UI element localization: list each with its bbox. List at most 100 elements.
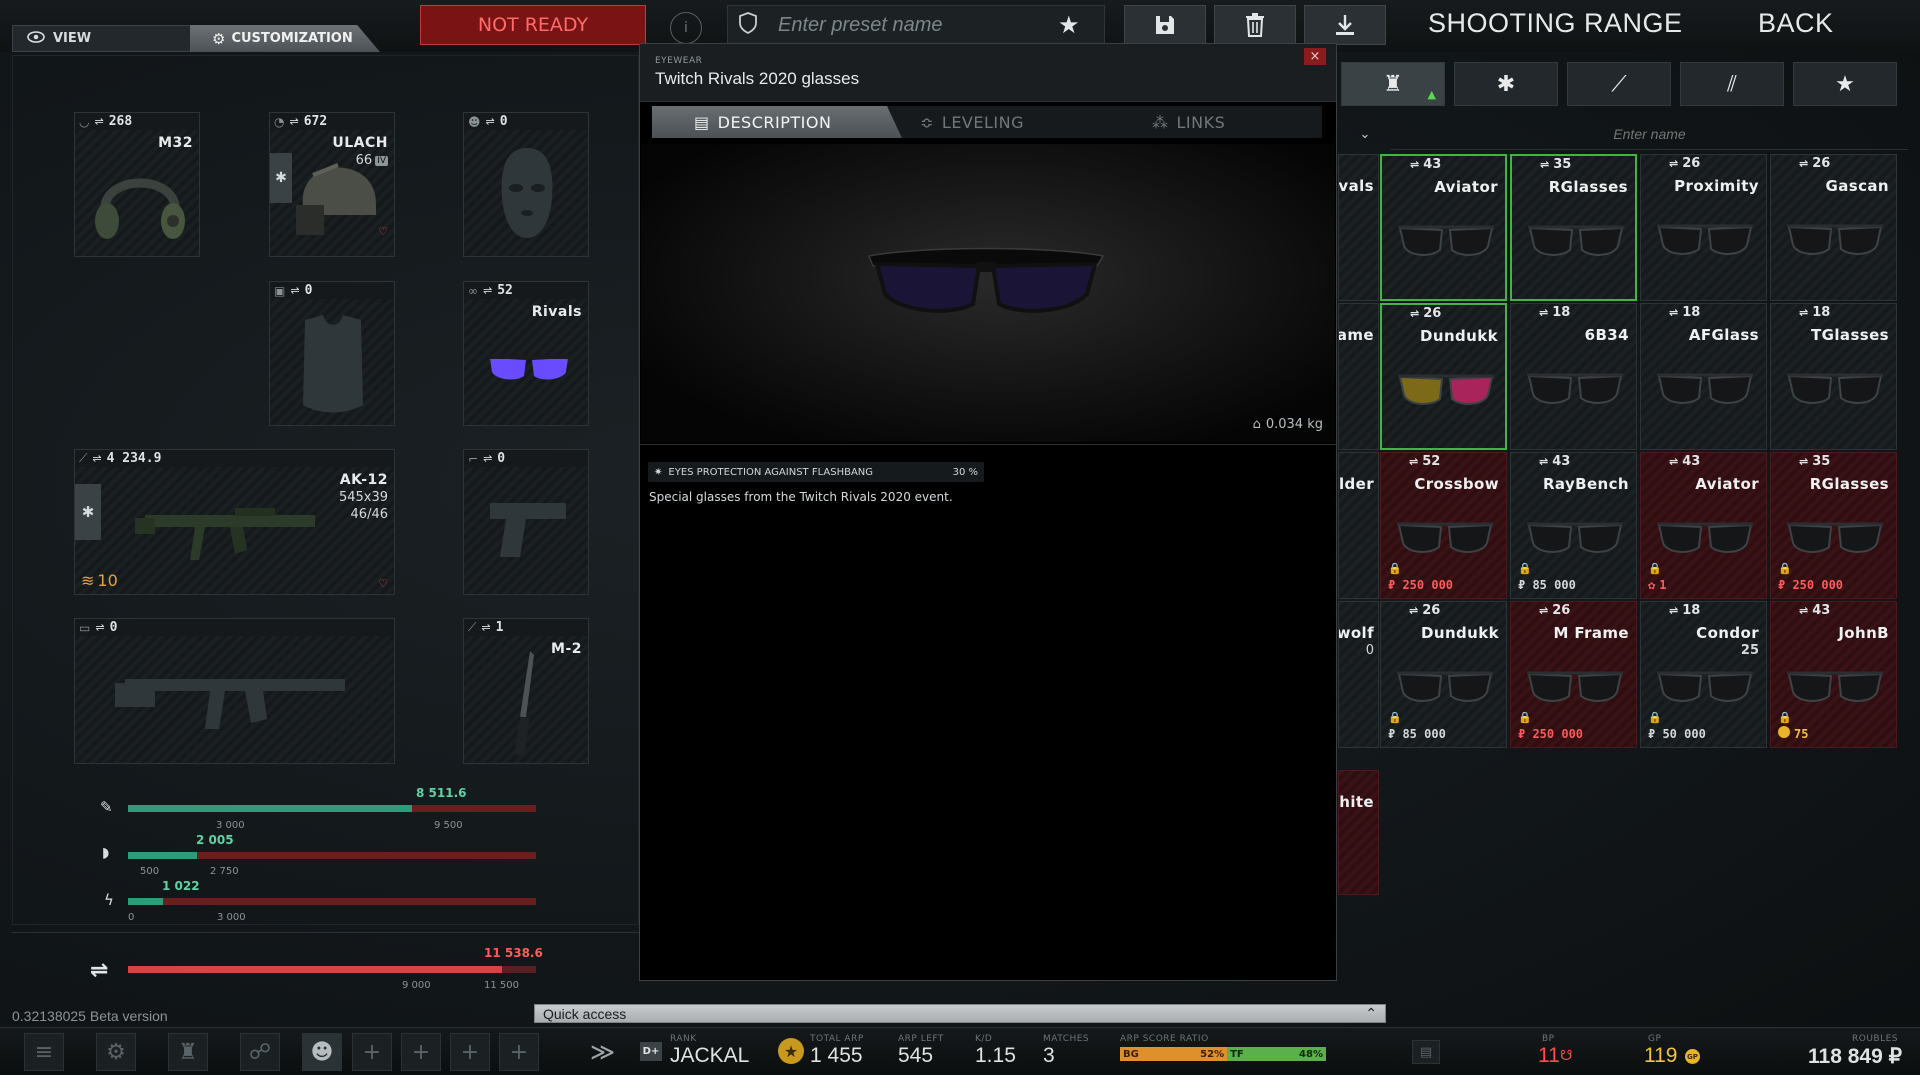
ap-icon: ⇌ bbox=[483, 452, 493, 465]
item-card[interactable]: ⇌ 43 JohnB 🔒 75 bbox=[1770, 601, 1897, 748]
card-ap: 52 bbox=[1422, 454, 1441, 469]
download-button[interactable] bbox=[1304, 5, 1386, 45]
glasses-image bbox=[1528, 225, 1624, 256]
search-field bbox=[1391, 118, 1908, 150]
rank-badge: D+ bbox=[640, 1042, 662, 1061]
add-slot-1-icon[interactable]: + bbox=[352, 1033, 392, 1071]
back-button[interactable]: BACK bbox=[1758, 8, 1834, 39]
delete-button[interactable] bbox=[1214, 5, 1296, 45]
add-slot-4-icon[interactable]: + bbox=[499, 1033, 539, 1071]
slot-secondary-weapon[interactable]: ▭ ⇌ 0 bbox=[74, 618, 395, 764]
quick-access-bar[interactable]: Quick access ⌃ bbox=[534, 1004, 1386, 1023]
tab-weapons[interactable]: ⫽ bbox=[1680, 62, 1784, 106]
star-icon[interactable]: ★ bbox=[1058, 11, 1080, 39]
item-card[interactable]: ⇌ 18 Condor 25 🔒 ₽ 50 000 bbox=[1640, 601, 1767, 748]
ap-icon: ⇌ bbox=[1669, 455, 1679, 468]
save-icon bbox=[1156, 16, 1174, 34]
slot-helmet[interactable]: ◔ ⇌ 672 ULACH 66 IV ✱ ♡ bbox=[269, 112, 395, 257]
gp-value: 119 bbox=[1644, 1044, 1678, 1067]
ratio-bar: BG 52% TF 48% bbox=[1120, 1047, 1326, 1061]
info-icon[interactable]: i bbox=[670, 12, 702, 44]
item-card[interactable]: ⇌ 18 TGlasses bbox=[1770, 303, 1897, 450]
menu-icon[interactable]: ≡ bbox=[24, 1033, 64, 1071]
card-partial-2[interactable]: ame bbox=[1338, 303, 1379, 450]
item-card[interactable]: ⇌ 26 M Frame 🔒 ₽ 250 000 bbox=[1510, 601, 1637, 748]
vest-icon[interactable]: ♜ bbox=[168, 1033, 208, 1071]
character-icon[interactable]: ☻ bbox=[302, 1033, 342, 1071]
item-search-input[interactable] bbox=[1391, 118, 1908, 149]
slot-eyewear[interactable]: ∞ ⇌ 52 Rivals bbox=[463, 281, 589, 426]
ap-icon: ⇌ bbox=[1409, 604, 1419, 617]
tab-view[interactable]: VIEW bbox=[12, 25, 192, 52]
tab-melee[interactable]: ⟋ bbox=[1567, 62, 1671, 106]
item-card[interactable]: ⇌ 18 AFGlass bbox=[1640, 303, 1767, 450]
tab-leveling[interactable]: ≎ LEVELING bbox=[920, 106, 1110, 138]
item-card[interactable]: ⇌ 18 6B34 bbox=[1510, 303, 1637, 450]
download-icon bbox=[1336, 15, 1354, 35]
item-card[interactable]: ⇌ 26 Dundukk bbox=[1380, 303, 1507, 450]
chevron-down-icon[interactable]: ⌄ bbox=[1339, 117, 1391, 151]
card-price: ₽ 85 000 bbox=[1388, 727, 1446, 741]
total-ap-max: 11 500 bbox=[484, 980, 519, 991]
slot-melee-name: M-2 bbox=[551, 641, 582, 657]
weapon-mod-icon[interactable]: ✱ bbox=[75, 484, 101, 540]
shooting-range-button[interactable]: SHOOTING RANGE bbox=[1428, 8, 1683, 39]
glasses-image bbox=[1657, 671, 1753, 702]
item-card[interactable]: ⇌ 26 Dundukk 🔒 ₽ 85 000 bbox=[1380, 601, 1507, 748]
rank-label: RANK bbox=[670, 1034, 697, 1044]
slot-armor[interactable]: ▣ ⇌ 0 bbox=[269, 281, 395, 426]
ratio-label: ARP SCORE RATIO bbox=[1120, 1034, 1209, 1044]
card-price: 1 bbox=[1659, 578, 1667, 592]
slot-headset[interactable]: ◡ ⇌ 268 M32 bbox=[74, 112, 200, 257]
matches-label: MATCHES bbox=[1043, 1034, 1090, 1044]
settings-icon[interactable]: ⚙ bbox=[96, 1033, 136, 1071]
helmet-stat-icon: ◗ bbox=[102, 845, 110, 861]
friends-icon[interactable]: ☍ bbox=[240, 1033, 280, 1071]
card-name: Aviator bbox=[1434, 178, 1498, 196]
rank-chevron-icon: ≫ bbox=[590, 1038, 616, 1066]
save-button[interactable] bbox=[1124, 5, 1206, 45]
tab-gear[interactable]: ♜ ▲ bbox=[1341, 62, 1445, 106]
card-ap: 43 bbox=[1552, 454, 1571, 469]
item-card[interactable]: ⇌ 43 Aviator 🔒 ✿ 1 bbox=[1640, 452, 1767, 599]
slot-armor-ap: 0 bbox=[304, 283, 313, 298]
tab-mods[interactable]: ✱ bbox=[1454, 62, 1558, 106]
card-partial-5[interactable]: hite bbox=[1338, 770, 1379, 895]
add-slot-2-icon[interactable]: + bbox=[401, 1033, 441, 1071]
ap-icon: ⇌ bbox=[1539, 455, 1549, 468]
tab-customization-label: CUSTOMIZATION bbox=[231, 31, 353, 46]
ap-icon: ⇌ bbox=[290, 284, 300, 297]
item-card[interactable]: ⇌ 26 Gascan bbox=[1770, 154, 1897, 301]
roubles-label: ROUBLES bbox=[1852, 1034, 1899, 1044]
slot-melee[interactable]: ⟋ ⇌ 1 M-2 bbox=[463, 618, 589, 764]
armor-placeholder-icon bbox=[303, 315, 363, 413]
item-card[interactable]: ⇌ 35 RGlasses 🔒 ₽ 250 000 bbox=[1770, 452, 1897, 599]
item-card[interactable]: ⇌ 43 Aviator bbox=[1380, 154, 1507, 301]
glasses-image bbox=[1787, 522, 1883, 553]
slot-holster[interactable]: ⌐ ⇌ 0 bbox=[463, 449, 589, 595]
bottom-bar: ≡ ⚙ ♜ ☍ ☻ + + + + ≫ D+ RANK JACKAL ★ TOT… bbox=[0, 1027, 1920, 1075]
item-card[interactable]: ⇌ 26 Proximity bbox=[1640, 154, 1767, 301]
card-partial-4[interactable]: wolf 0 bbox=[1338, 601, 1379, 748]
tab-favorites[interactable]: ★ bbox=[1793, 62, 1897, 106]
property-value: 30 % bbox=[952, 466, 978, 478]
not-ready-button[interactable]: NOT READY bbox=[420, 5, 646, 45]
rifle-icon: ⟋ bbox=[79, 451, 88, 465]
item-card[interactable]: ⇌ 52 Crossbow 🔒 ₽ 250 000 bbox=[1380, 452, 1507, 599]
tab-links[interactable]: ⁂ LINKS bbox=[1152, 106, 1312, 138]
item-card[interactable]: ⇌ 43 RayBench 🔒 ₽ 85 000 bbox=[1510, 452, 1637, 599]
preset-name-input[interactable] bbox=[778, 13, 1028, 37]
ap-icon: ⇌ bbox=[94, 115, 104, 128]
card-partial-1[interactable]: vals bbox=[1338, 154, 1379, 301]
close-icon[interactable]: × bbox=[1304, 48, 1326, 65]
ap-icon: ⇌ bbox=[1669, 157, 1679, 170]
slot-primary-weapon[interactable]: ⟋ ⇌ 4 234.9 AK-12 545x39 46/46 ✱ ≋ 10 ♡ bbox=[74, 449, 395, 595]
item-card[interactable]: ⇌ 35 RGlasses bbox=[1510, 154, 1637, 301]
tab-description[interactable]: ▤ DESCRIPTION bbox=[652, 106, 902, 138]
item-preview: ⌂ 0.034 kg bbox=[641, 144, 1335, 442]
card-partial-3[interactable]: lder bbox=[1338, 452, 1379, 599]
slot-face[interactable]: ☻ ⇌ 0 bbox=[463, 112, 589, 257]
tab-customization[interactable]: ⚙ CUSTOMIZATION bbox=[190, 25, 380, 52]
add-slot-3-icon[interactable]: + bbox=[450, 1033, 490, 1071]
document-icon[interactable]: ▤ bbox=[1412, 1040, 1440, 1064]
